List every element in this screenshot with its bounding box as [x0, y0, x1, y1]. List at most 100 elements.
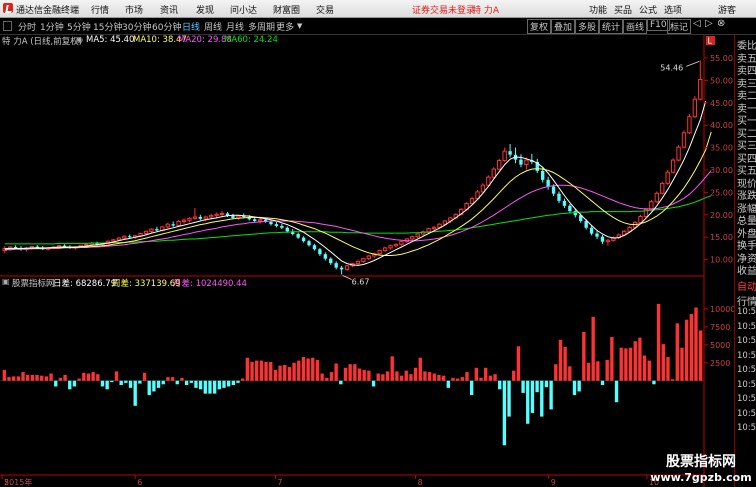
- candle-up: [698, 78, 703, 100]
- indicator-bar-down: [544, 380, 549, 388]
- indicator-bar-down: [203, 380, 207, 394]
- candle-down: [269, 221, 273, 225]
- indicator-bar-up: [516, 346, 521, 381]
- candle-down: [589, 227, 594, 234]
- x-tick-label: 5: [4, 478, 9, 487]
- indicator-bar-up: [240, 378, 245, 381]
- indicator-bar-up: [26, 374, 30, 381]
- indicator-bar-up: [49, 373, 53, 381]
- candle-up: [143, 230, 149, 235]
- indicator-bar-up: [287, 367, 292, 381]
- indicator-bar-up: [596, 361, 600, 381]
- indicator-bar-up: [432, 373, 436, 381]
- indicator-bar-down: [530, 380, 535, 413]
- indicator-bar-down: [100, 380, 105, 387]
- indicator-bar-up: [675, 323, 679, 381]
- side-mode-label[interactable]: 自动: [737, 278, 756, 293]
- indicator-bar-down: [339, 380, 343, 385]
- ma10-line: [4, 131, 712, 256]
- indicator-bar-down: [614, 380, 619, 403]
- indicator-bar-down: [72, 380, 77, 387]
- indicator-bar-up: [273, 369, 278, 381]
- indicator-bar-down: [208, 380, 212, 394]
- indicator-bar-up: [670, 379, 675, 381]
- indicator-bar-up: [698, 330, 703, 381]
- indicator-bar-down: [128, 380, 133, 388]
- kline-chart[interactable]: 55.00 50.00 45.00 40.00 35.00 30.00 25.00 20.00…: [0, 0, 756, 487]
- y-tick-label: 35.00: [710, 144, 733, 153]
- indicator-bar-down: [105, 380, 109, 390]
- high-arrow: [686, 61, 700, 67]
- candle-down: [584, 221, 588, 228]
- candle-down: [541, 170, 545, 180]
- candle-up: [165, 223, 170, 228]
- indicator-bar-up: [624, 348, 628, 381]
- indicator-bar-down: [133, 380, 137, 406]
- indicator-bar-down: [371, 380, 376, 387]
- indicator-bar-up: [605, 359, 609, 381]
- indicator-bar-up: [278, 365, 282, 381]
- candle-up: [692, 98, 698, 118]
- indicator-bar-up: [35, 374, 39, 381]
- indicator-bar-up: [474, 367, 479, 381]
- candle-up: [469, 198, 475, 205]
- indicator-bar-down: [498, 380, 502, 390]
- tick-time-label: 10:51: [737, 321, 756, 332]
- y-tick-label: 50.00: [710, 76, 733, 85]
- indicator-bar-up: [170, 377, 175, 381]
- indicator-bar-up: [591, 316, 595, 381]
- indicator-bar-up: [297, 360, 301, 381]
- high-price-label: 54.46: [660, 63, 683, 72]
- indicator-bar-up: [465, 372, 469, 381]
- quote-side-panel: 委比 卖五 卖四 卖三 卖二 卖一 买一 买二 买三 买四 买五 现价 涨跌 涨幅 总量 外盘 换手 净资 收益 自动…: [734, 35, 756, 487]
- indicator-bar-down: [156, 380, 161, 388]
- indicator-bar-up: [680, 347, 684, 381]
- indicator-bar-up: [656, 303, 661, 381]
- indicator-y-tick-label: 10000: [710, 305, 735, 314]
- indicator-bar-down: [502, 380, 507, 446]
- indicator-bar-down: [549, 380, 553, 410]
- indicator-bar-up: [353, 364, 357, 381]
- indicator-bar-down: [652, 380, 656, 385]
- candle-up: [366, 255, 371, 260]
- indicator-bar-down: [577, 380, 581, 392]
- indicator-bar-down: [138, 380, 142, 384]
- indicator-bar-down: [119, 380, 123, 386]
- candle-up: [344, 265, 350, 270]
- candle-down: [573, 211, 577, 216]
- indicator-bar-down: [540, 380, 544, 417]
- candle-up: [486, 176, 491, 186]
- indicator-y-tick-label: 7500: [710, 323, 730, 332]
- candle-up: [605, 239, 611, 243]
- indicator-bar-up: [16, 376, 21, 381]
- indicator-bar-up: [563, 346, 567, 381]
- candle-up: [442, 220, 448, 225]
- indicator-bar-up: [460, 377, 465, 381]
- indicator-bar-up: [628, 347, 633, 381]
- indicator-bar-up: [357, 368, 362, 381]
- candle-down: [253, 219, 257, 222]
- indicator-bar-up: [306, 358, 310, 381]
- candle-down: [285, 227, 289, 232]
- candle-down: [339, 267, 344, 270]
- candle-down: [280, 225, 284, 228]
- candle-up: [676, 146, 681, 161]
- candle-up: [670, 159, 676, 173]
- indicator-bar-up: [91, 372, 95, 381]
- site-watermark: 股票指标网 www.7gpzb.com: [650, 454, 752, 484]
- x-tick-label: 9: [551, 478, 556, 487]
- indicator-bar-up: [413, 367, 418, 381]
- candle-down: [231, 215, 235, 218]
- indicator-bar-up: [642, 355, 647, 381]
- indicator-bar-down: [198, 380, 203, 390]
- indicator-y-tick-label: 2500: [710, 359, 730, 368]
- indicator-bar-up: [292, 362, 296, 381]
- candle-up: [687, 116, 692, 134]
- candle-up: [209, 215, 214, 218]
- candle-up: [660, 182, 665, 194]
- indicator-bar-up: [311, 357, 315, 381]
- low-price-label: 6.67: [352, 277, 370, 286]
- indicator-bar-down: [507, 380, 511, 417]
- candle-down: [301, 237, 306, 242]
- indicator-bar-down: [212, 380, 217, 394]
